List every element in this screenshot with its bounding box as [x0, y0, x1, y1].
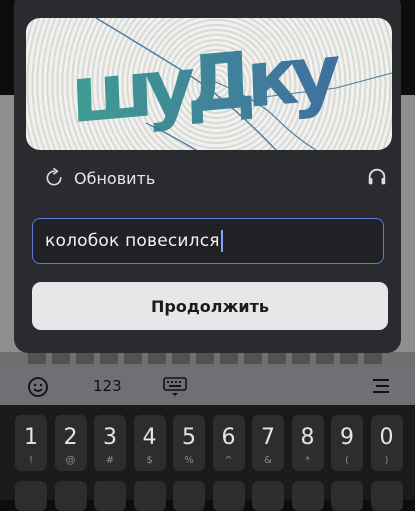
- key-secondary-label: ): [384, 455, 389, 466]
- numbers-key[interactable]: 123: [93, 377, 122, 395]
- captcha-answer-input[interactable]: колобок повесился: [32, 218, 384, 264]
- refresh-button[interactable]: Обновить: [44, 166, 155, 190]
- key-label: 2: [63, 425, 78, 450]
- key-label: 6: [221, 425, 236, 450]
- key-2[interactable]: 2 @: [54, 415, 87, 471]
- keyboard-key-row2[interactable]: [173, 481, 205, 511]
- key-secondary-label: !: [28, 455, 33, 466]
- key-secondary-label: *: [305, 455, 310, 466]
- refresh-label: Обновить: [74, 168, 156, 188]
- keyboard-key-row2[interactable]: [54, 481, 87, 511]
- keyboard-key-row2[interactable]: [291, 481, 324, 511]
- refresh-icon: [46, 168, 62, 186]
- key-label: 8: [300, 425, 315, 450]
- captcha-svg: шуДку: [69, 18, 392, 150]
- key-secondary-label: (: [345, 455, 349, 466]
- captcha-toolbar: Обновить: [26, 162, 392, 194]
- key-label: 7: [261, 425, 275, 450]
- key-secondary-label: ^: [224, 455, 233, 466]
- key-0[interactable]: 0): [370, 415, 403, 471]
- key-9[interactable]: 9(: [331, 415, 363, 471]
- headphones-icon[interactable]: [366, 166, 388, 192]
- key-label: 4: [142, 425, 157, 450]
- key-secondary-label: &: [264, 455, 272, 466]
- keyboard-key-row2[interactable]: [370, 481, 403, 511]
- key-4[interactable]: 4 $: [133, 415, 166, 471]
- key-secondary-label: %: [184, 455, 194, 466]
- captcha-image: шуДку: [26, 18, 392, 150]
- keyboard-key-row2[interactable]: [331, 481, 363, 511]
- key-label: 3: [103, 425, 117, 450]
- key-secondary-label: #: [105, 455, 115, 466]
- keyboard-key-row2[interactable]: [212, 481, 245, 511]
- captcha-text: шуДку: [69, 28, 342, 141]
- keyboard-key-row2[interactable]: [133, 481, 166, 511]
- key-7[interactable]: 7 &: [252, 415, 284, 471]
- keyboard-key-row2[interactable]: [15, 481, 47, 511]
- keyboard-key-row2[interactable]: [94, 481, 126, 511]
- key-1[interactable]: 1!: [15, 415, 47, 471]
- key-label: 5: [182, 425, 196, 450]
- menu-icon[interactable]: [370, 375, 392, 401]
- keyboard-toolbar: 123: [0, 367, 415, 405]
- captcha-modal: шуДку Обновить колобок повесился Продолж…: [14, 0, 401, 353]
- key-6[interactable]: 6 ^: [212, 415, 245, 471]
- key-secondary-label: $: [146, 455, 153, 466]
- captcha-answer-value: колобок повесился: [45, 231, 220, 251]
- key-label: 1: [24, 425, 38, 450]
- keyboard-hide-icon[interactable]: [162, 375, 188, 403]
- key-secondary-label: @: [65, 455, 76, 466]
- keyboard: 1! 2 @3 #4 $5% 6 ^ 7 & 8 * 9(0): [0, 405, 415, 511]
- continue-label: Продолжить: [151, 296, 269, 316]
- key-5[interactable]: 5%: [173, 415, 205, 471]
- emoji-icon[interactable]: [26, 375, 50, 403]
- key-3[interactable]: 3 #: [94, 415, 126, 471]
- keyboard-key-row2[interactable]: [252, 481, 284, 511]
- key-label: 9: [340, 425, 354, 450]
- key-8[interactable]: 8 *: [291, 415, 324, 471]
- key-label: 0: [379, 425, 394, 450]
- continue-button[interactable]: Продолжить: [32, 282, 388, 330]
- text-caret: [220, 230, 223, 252]
